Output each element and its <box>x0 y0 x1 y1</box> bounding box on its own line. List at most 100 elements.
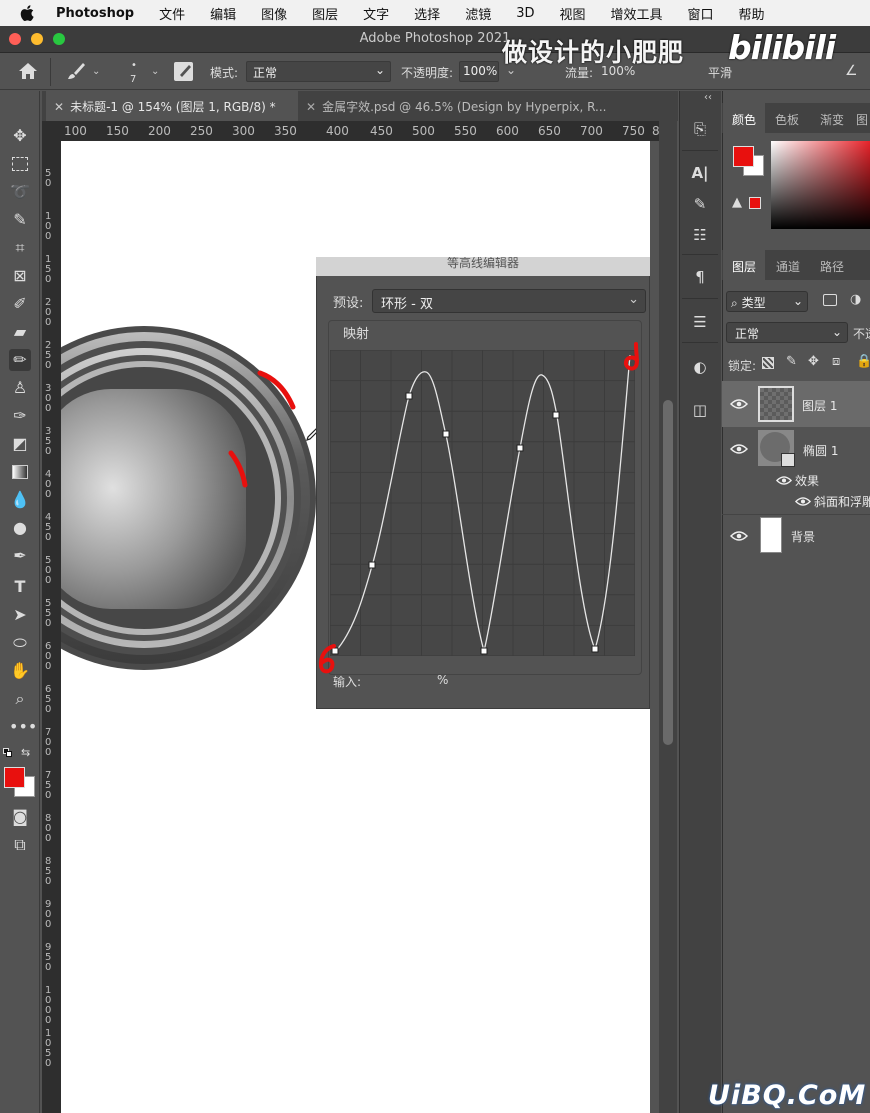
lock-pixels-icon[interactable]: ✎ <box>786 354 797 369</box>
angle-icon[interactable]: ∠ <box>845 63 858 79</box>
chevron-down-icon[interactable]: ⌄ <box>92 66 100 77</box>
close-tab-icon[interactable]: ✕ <box>54 100 64 114</box>
crop-icon[interactable]: ⌗ <box>9 237 31 259</box>
type-icon[interactable]: T <box>9 576 31 598</box>
menu-select[interactable]: 选择 <box>414 4 440 23</box>
foreground-color-swatch[interactable] <box>733 146 754 167</box>
move-icon[interactable]: ✥ <box>9 125 31 147</box>
curve-point[interactable] <box>591 645 599 653</box>
properties-panel-icon[interactable]: ☰ <box>687 309 713 335</box>
quick-mask-icon[interactable]: ◙ <box>9 806 31 828</box>
preset-select[interactable]: 环形 - 双 ⌄ <box>372 289 646 313</box>
quick-select-icon[interactable]: ✎ <box>9 209 31 231</box>
adjustments-panel-icon[interactable]: ☷ <box>687 222 713 248</box>
menu-file[interactable]: 文件 <box>159 4 185 23</box>
menu-view[interactable]: 视图 <box>559 4 585 23</box>
chevron-down-icon[interactable]: ⌄ <box>151 66 159 77</box>
tab-paths[interactable]: 路径 <box>810 250 854 280</box>
collapse-dock-icon[interactable]: ‹‹ <box>704 92 712 103</box>
eye-icon[interactable] <box>776 475 792 486</box>
brush-size-value[interactable]: 7 <box>130 74 136 85</box>
tab-layers[interactable]: 图层 <box>723 250 765 280</box>
lock-all-icon[interactable]: 🔒 <box>856 354 870 369</box>
tab-patterns[interactable]: 图 <box>856 103 870 133</box>
lock-artboard-icon[interactable]: ⧈ <box>832 354 840 369</box>
healing-icon[interactable]: ▰ <box>9 321 31 343</box>
layer-name[interactable]: 椭圆 1 <box>803 442 838 459</box>
menu-layer[interactable]: 图层 <box>312 4 338 23</box>
zoom-icon[interactable]: ⌕ <box>9 688 31 710</box>
pen-icon[interactable]: ✒ <box>9 545 31 567</box>
lock-transparency-icon[interactable] <box>762 357 774 369</box>
menu-plugins[interactable]: 增效工具 <box>611 4 663 23</box>
hand-icon[interactable]: ✋ <box>9 660 31 682</box>
brush-settings-icon[interactable] <box>173 61 194 82</box>
path-select-icon[interactable]: ➤ <box>9 604 31 626</box>
frame-icon[interactable]: ⊠ <box>9 265 31 287</box>
tab-channels[interactable]: 通道 <box>768 250 808 280</box>
apple-icon[interactable] <box>18 3 38 23</box>
color-picker-field[interactable] <box>771 141 870 229</box>
history-brush-icon[interactable]: ✑ <box>9 405 31 427</box>
tab-untitled-1[interactable]: ✕ 未标题-1 @ 154% (图层 1, RGB/8) * <box>46 91 298 121</box>
brush-settings-icon[interactable]: ✎ <box>687 191 713 217</box>
curve-point[interactable] <box>368 561 376 569</box>
paragraph-panel-icon[interactable]: ¶ <box>687 264 713 290</box>
filter-image-icon[interactable] <box>823 294 837 306</box>
menu-help[interactable]: 帮助 <box>739 4 765 23</box>
eyedropper-icon[interactable]: ✐ <box>9 293 31 315</box>
opacity-input[interactable]: 100% <box>459 61 499 82</box>
home-icon[interactable] <box>18 62 38 80</box>
lasso-icon[interactable]: ➰ <box>9 181 31 203</box>
history-panel-icon[interactable]: ⎘ <box>687 116 713 142</box>
screen-mode-icon[interactable]: ⧉ <box>9 834 31 856</box>
swap-colors-icon[interactable]: ⇆ <box>21 746 30 759</box>
curve-point[interactable] <box>480 647 488 655</box>
brush-tool-icon[interactable]: ✏ <box>9 349 31 371</box>
curve-point[interactable] <box>442 430 450 438</box>
foreground-color-swatch[interactable] <box>4 767 25 788</box>
eye-icon[interactable] <box>730 443 748 455</box>
bevel-emboss-effect[interactable]: 斜面和浮雕 <box>814 493 870 510</box>
gradient-icon[interactable] <box>9 461 31 483</box>
menu-type[interactable]: 文字 <box>363 4 389 23</box>
tab-metal-text-psd[interactable]: ✕ 金属字效.psd @ 46.5% (Design by Hyperpix, R… <box>300 91 640 121</box>
ellipse-icon[interactable]: ⬭ <box>9 632 31 654</box>
eye-icon[interactable] <box>730 530 748 542</box>
gamut-color-swatch[interactable] <box>749 197 761 209</box>
blur-icon[interactable]: 💧 <box>9 489 31 511</box>
dodge-icon[interactable]: ● <box>9 517 31 539</box>
marquee-icon[interactable] <box>9 153 31 175</box>
filter-adjustment-icon[interactable]: ◑ <box>850 292 861 307</box>
menu-image[interactable]: 图像 <box>261 4 287 23</box>
brush-icon[interactable] <box>66 61 86 81</box>
more-icon[interactable]: ••• <box>9 716 37 738</box>
tab-swatches[interactable]: 色板 <box>766 103 808 133</box>
stamp-icon[interactable]: ♙ <box>9 377 31 399</box>
styles-panel-icon[interactable]: ◐ <box>687 354 713 380</box>
close-tab-icon[interactable]: ✕ <box>306 100 316 114</box>
menu-window[interactable]: 窗口 <box>688 4 714 23</box>
layer-kind-filter[interactable]: ⌕ 类型 ⌄ <box>726 291 808 312</box>
libraries-panel-icon[interactable]: ◫ <box>687 397 713 423</box>
contour-curve-graph[interactable] <box>330 350 635 656</box>
layer-name[interactable]: 背景 <box>791 528 815 545</box>
menu-app-name[interactable]: Photoshop <box>56 6 134 21</box>
eye-icon[interactable] <box>730 398 748 410</box>
tab-gradients[interactable]: 渐变 <box>810 103 854 133</box>
menu-edit[interactable]: 编辑 <box>210 4 236 23</box>
layer-name[interactable]: 图层 1 <box>802 397 837 414</box>
curve-point[interactable] <box>552 411 560 419</box>
curve-point[interactable] <box>516 444 524 452</box>
scrollbar-thumb[interactable] <box>663 400 673 745</box>
blend-mode-select[interactable]: 正常 ⌄ <box>726 322 848 343</box>
curve-point[interactable] <box>405 392 413 400</box>
default-colors-icon[interactable] <box>3 748 13 758</box>
menu-filter[interactable]: 滤镜 <box>465 4 491 23</box>
tab-color[interactable]: 颜色 <box>723 103 765 133</box>
lock-position-icon[interactable]: ✥ <box>808 354 819 369</box>
eye-icon[interactable] <box>795 496 811 507</box>
effects-label[interactable]: 效果 <box>795 472 819 489</box>
menu-3d[interactable]: 3D <box>516 6 534 21</box>
eraser-icon[interactable]: ◩ <box>9 433 31 455</box>
